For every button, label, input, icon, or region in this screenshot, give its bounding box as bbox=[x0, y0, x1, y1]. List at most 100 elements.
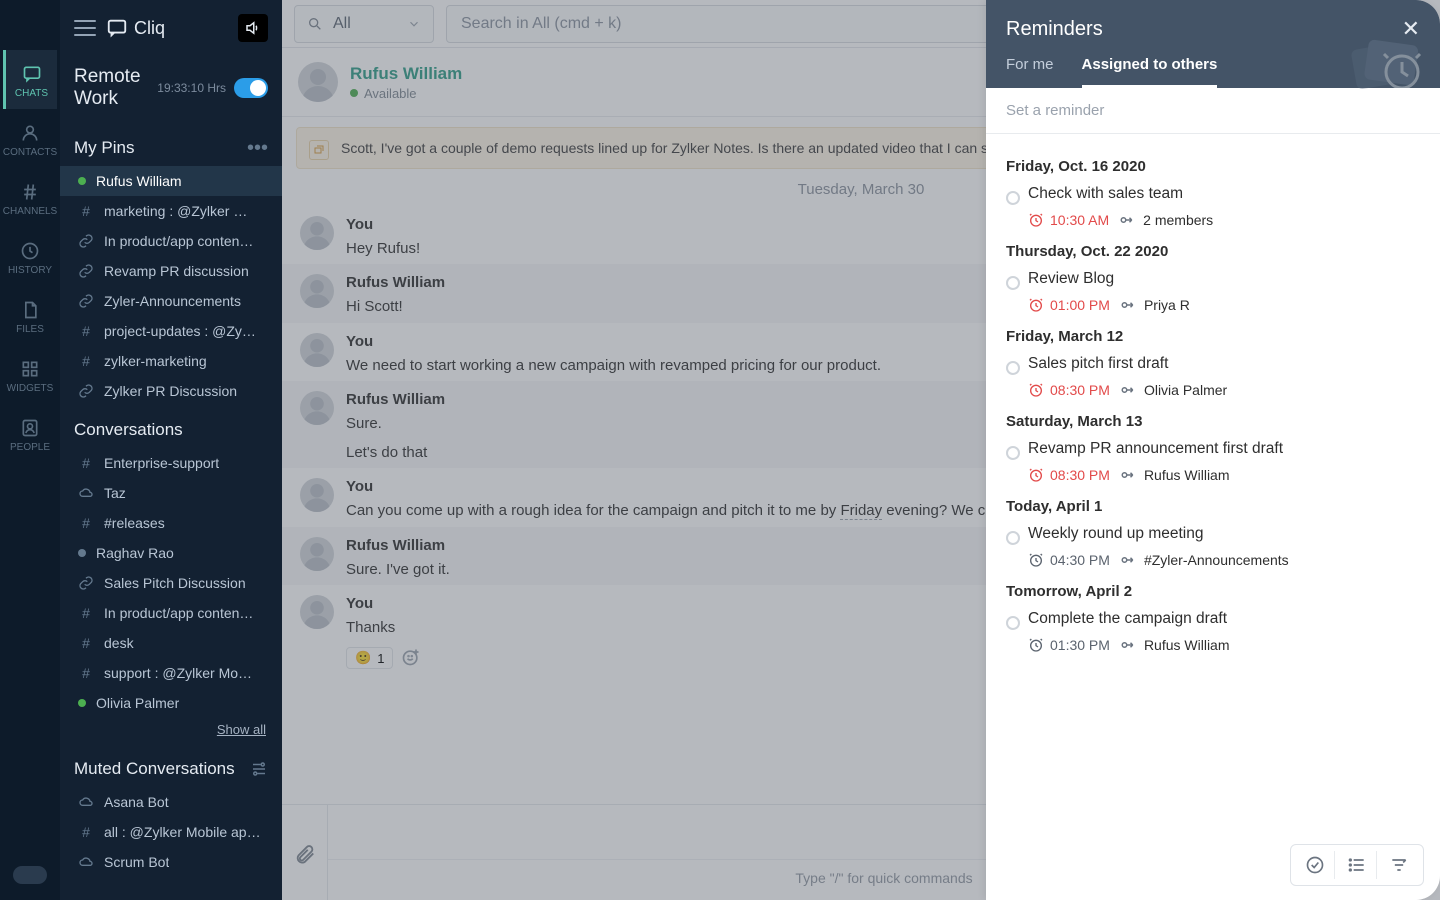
reminder-item[interactable]: Revamp PR announcement first draft08:30 … bbox=[1006, 440, 1420, 484]
sidebar-item[interactable]: #Enterprise-support bbox=[60, 448, 282, 478]
sidebar-item-label: Asana Bot bbox=[104, 794, 169, 810]
muted-title: Muted Conversations bbox=[74, 759, 250, 779]
sidebar-item[interactable]: # all : @Zylker Mobile ap… bbox=[60, 817, 282, 847]
rail-people[interactable]: PEOPLE bbox=[3, 404, 57, 463]
reminder-title: Complete the campaign draft bbox=[1028, 610, 1420, 628]
rail-chats[interactable]: CHATS bbox=[3, 50, 57, 109]
sidebar-item[interactable]: Zylker PR Discussion bbox=[60, 376, 282, 406]
reminder-date-header: Thursday, Oct. 22 2020 bbox=[1006, 243, 1420, 260]
presence-icon bbox=[78, 177, 86, 185]
reminder-meta: 08:30 PMOlivia Palmer bbox=[1028, 381, 1420, 399]
sidebar-item[interactable]: Scrum Bot bbox=[60, 847, 282, 877]
show-all-link[interactable]: Show all bbox=[60, 718, 282, 745]
menu-icon[interactable] bbox=[74, 20, 96, 36]
reminder-time: 01:00 PM bbox=[1028, 297, 1110, 313]
avatar[interactable] bbox=[300, 595, 334, 629]
settings-icon[interactable] bbox=[250, 760, 268, 778]
avatar[interactable] bbox=[300, 216, 334, 250]
reminder-date-header: Tomorrow, April 2 bbox=[1006, 583, 1420, 600]
link-icon bbox=[78, 575, 94, 591]
banner-text: Scott, I've got a couple of demo request… bbox=[341, 140, 1045, 156]
search-scope[interactable]: All bbox=[294, 5, 434, 43]
search-icon bbox=[307, 16, 323, 32]
sidebar-item[interactable]: #project-updates : @Zy… bbox=[60, 316, 282, 346]
sidebar-item-label: In product/app conten… bbox=[104, 605, 253, 621]
pin-icon bbox=[309, 140, 329, 160]
more-icon[interactable]: ••• bbox=[247, 143, 268, 153]
attach-button[interactable] bbox=[282, 805, 328, 900]
hash-icon: # bbox=[78, 665, 94, 681]
reminders-tab[interactable]: Assigned to others bbox=[1082, 56, 1218, 88]
contact-icon bbox=[20, 123, 40, 143]
sidebar-item[interactable]: Asana Bot bbox=[60, 787, 282, 817]
reminder-assignee: #Zyler-Announcements bbox=[1120, 551, 1289, 569]
avatar[interactable] bbox=[298, 62, 338, 102]
sidebar-item-label: Zylker PR Discussion bbox=[104, 383, 237, 399]
avatar[interactable] bbox=[300, 333, 334, 367]
forward-icon bbox=[1120, 296, 1138, 314]
sidebar-item[interactable]: In product/app conten… bbox=[60, 226, 282, 256]
sidebar-item[interactable]: #zylker-marketing bbox=[60, 346, 282, 376]
reminder-item[interactable]: Review Blog01:00 PMPriya R bbox=[1006, 270, 1420, 314]
theme-toggle[interactable] bbox=[13, 866, 47, 884]
sidebar-item[interactable]: Zyler-Announcements bbox=[60, 286, 282, 316]
avatar[interactable] bbox=[300, 478, 334, 512]
sidebar-item[interactable]: Raghav Rao bbox=[60, 538, 282, 568]
chat-icon bbox=[22, 64, 42, 84]
sidebar-item[interactable]: Revamp PR discussion bbox=[60, 256, 282, 286]
sidebar-item[interactable]: #marketing : @Zylker … bbox=[60, 196, 282, 226]
rail-widgets[interactable]: WIDGETS bbox=[3, 345, 57, 404]
sidebar-item[interactable]: #In product/app conten… bbox=[60, 598, 282, 628]
sidebar-item[interactable]: #desk bbox=[60, 628, 282, 658]
sidebar-item[interactable]: ##releases bbox=[60, 508, 282, 538]
filter-button[interactable] bbox=[1379, 851, 1419, 879]
sidebar-item[interactable]: #support : @Zylker Mo… bbox=[60, 658, 282, 688]
list-view-button[interactable] bbox=[1337, 851, 1377, 879]
sidebar-item[interactable]: Rufus William bbox=[60, 166, 282, 196]
emoji-icon: 🙂 bbox=[355, 650, 371, 666]
remote-toggle[interactable] bbox=[234, 78, 268, 98]
rail-contacts[interactable]: CONTACTS bbox=[3, 109, 57, 168]
avatar[interactable] bbox=[300, 537, 334, 571]
reminder-date-header: Friday, March 12 bbox=[1006, 328, 1420, 345]
sidebar: Cliq Remote Work 19:33:10 Hrs My Pins ••… bbox=[60, 0, 282, 900]
reminders-title: Reminders bbox=[1006, 18, 1402, 41]
sidebar-item-label: Sales Pitch Discussion bbox=[104, 575, 246, 591]
reminders-tab[interactable]: For me bbox=[1006, 56, 1054, 88]
presence-icon bbox=[78, 549, 86, 557]
link-icon bbox=[78, 383, 94, 399]
sidebar-item-label: Revamp PR discussion bbox=[104, 263, 249, 279]
sound-button[interactable] bbox=[238, 14, 268, 42]
sidebar-item[interactable]: Taz bbox=[60, 478, 282, 508]
hash-icon: # bbox=[78, 824, 94, 840]
alarm-icon bbox=[1028, 552, 1044, 568]
reminder-meta: 01:00 PMPriya R bbox=[1028, 296, 1420, 314]
cloud-icon bbox=[78, 854, 94, 870]
reaction[interactable]: 🙂1 bbox=[346, 647, 393, 669]
rail-channels[interactable]: CHANNELS bbox=[3, 168, 57, 227]
reminder-item[interactable]: Complete the campaign draft01:30 PMRufus… bbox=[1006, 610, 1420, 654]
sidebar-item-label: project-updates : @Zy… bbox=[104, 323, 256, 339]
reminder-date-header: Saturday, March 13 bbox=[1006, 413, 1420, 430]
sidebar-item[interactable]: Olivia Palmer bbox=[60, 688, 282, 718]
reminder-item[interactable]: Weekly round up meeting04:30 PM#Zyler-An… bbox=[1006, 525, 1420, 569]
hash-icon: # bbox=[78, 515, 94, 531]
reminders-footer bbox=[1290, 844, 1424, 886]
sidebar-item[interactable]: Sales Pitch Discussion bbox=[60, 568, 282, 598]
reminder-item[interactable]: Sales pitch first draft08:30 PMOlivia Pa… bbox=[1006, 355, 1420, 399]
link-icon bbox=[78, 293, 94, 309]
rail-history[interactable]: HISTORY bbox=[3, 227, 57, 286]
reminder-date-header: Today, April 1 bbox=[1006, 498, 1420, 515]
rail-files[interactable]: FILES bbox=[3, 286, 57, 345]
history-icon bbox=[20, 241, 40, 261]
alarm-icon bbox=[1028, 212, 1044, 228]
avatar[interactable] bbox=[300, 391, 334, 425]
reminder-meta: 10:30 AM2 members bbox=[1028, 211, 1420, 229]
sidebar-item-label: Scrum Bot bbox=[104, 854, 169, 870]
sidebar-item-label: all : @Zylker Mobile ap… bbox=[104, 824, 261, 840]
mark-done-button[interactable] bbox=[1295, 851, 1335, 879]
avatar[interactable] bbox=[300, 274, 334, 308]
reminder-item[interactable]: Check with sales team10:30 AM2 members bbox=[1006, 185, 1420, 229]
add-reaction-icon[interactable] bbox=[401, 647, 423, 669]
presence-icon bbox=[78, 699, 86, 707]
